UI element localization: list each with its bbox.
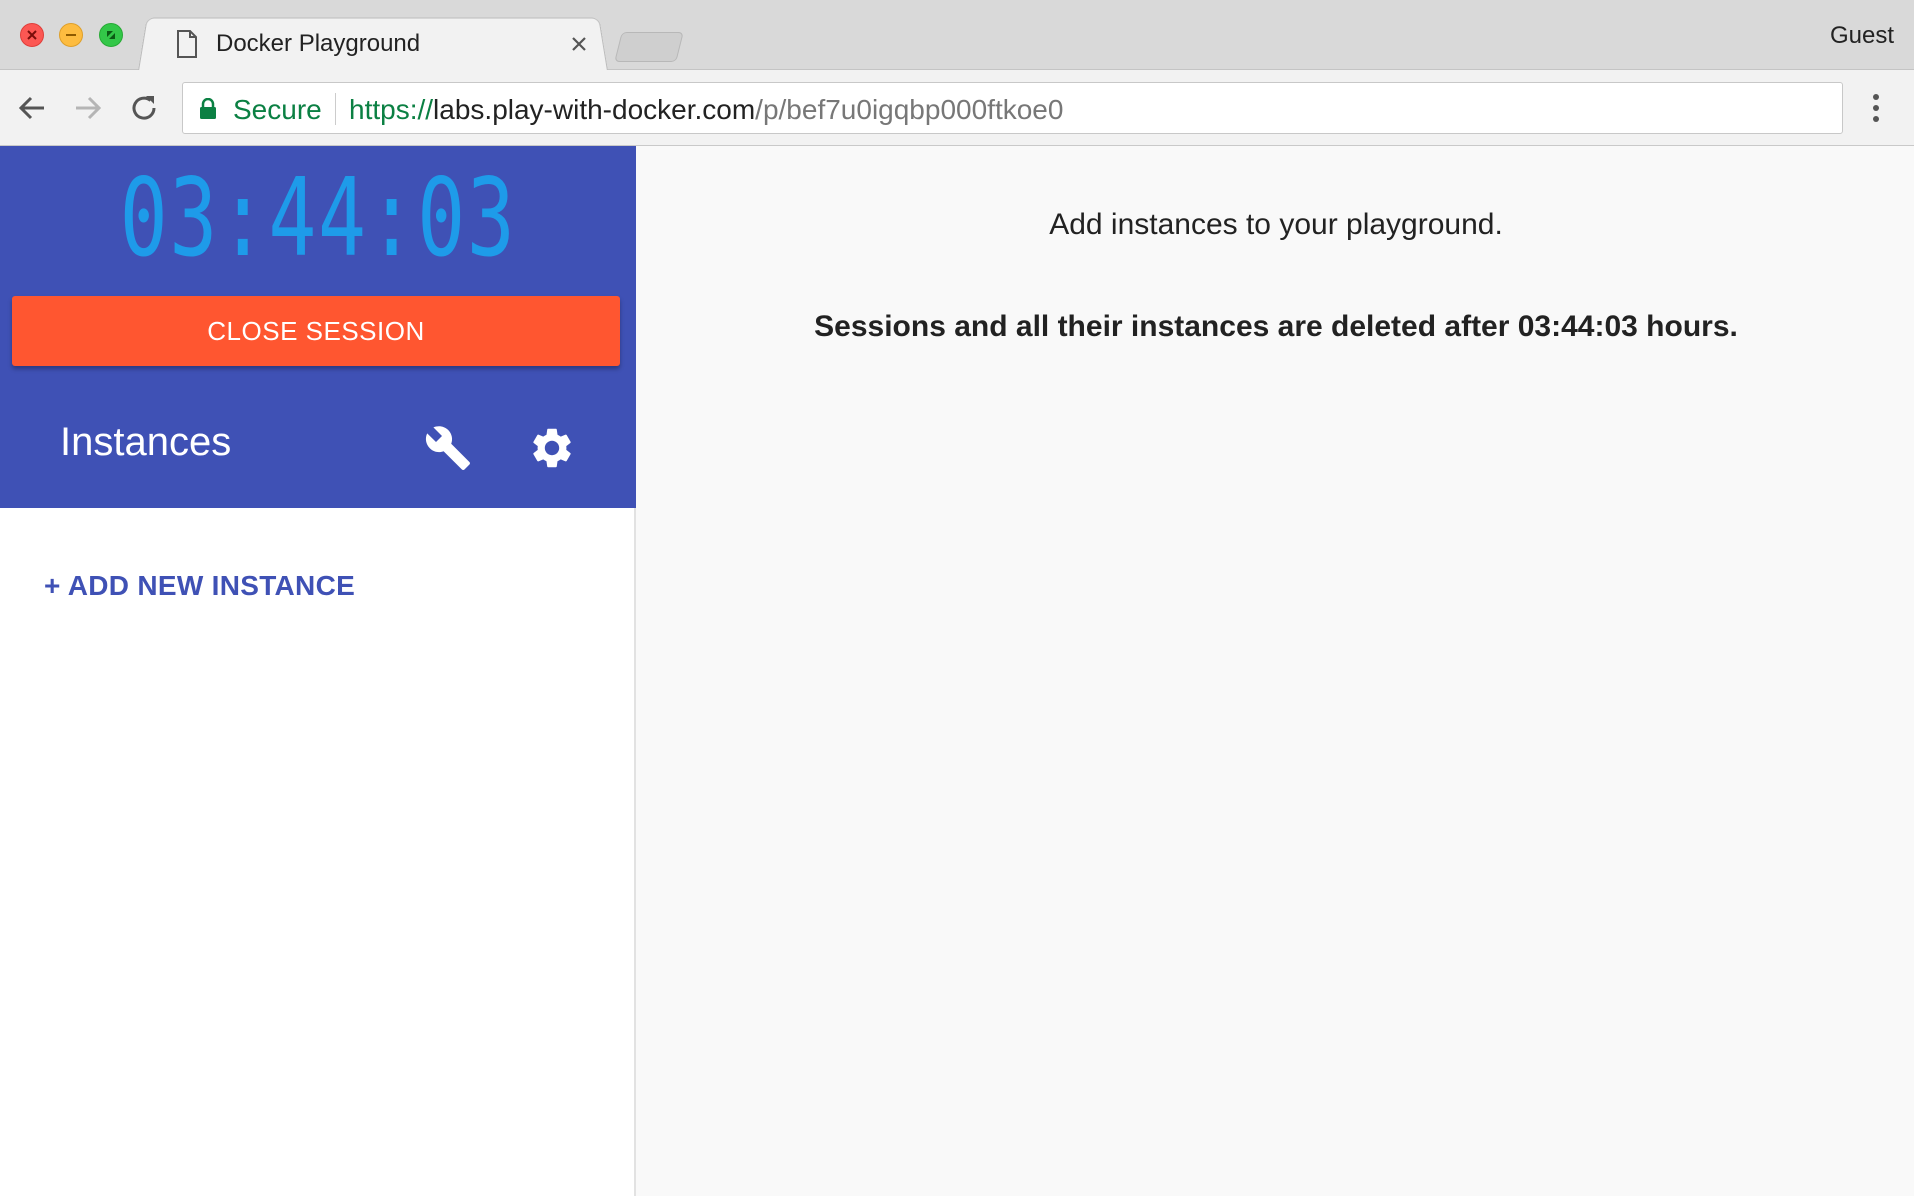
document-icon: [176, 30, 198, 63]
reload-icon[interactable]: [128, 92, 160, 124]
browser-titlebar: Docker Playground Guest: [0, 0, 1914, 72]
gear-icon[interactable]: [528, 424, 576, 477]
main-content: Add instances to your playground. Sessio…: [638, 146, 1914, 1196]
wrench-icon[interactable]: [424, 424, 472, 477]
window-close-button[interactable]: [20, 23, 44, 47]
browser-tab-content[interactable]: Docker Playground: [138, 15, 608, 71]
session-expiry-warning: Sessions and all their instances are del…: [814, 310, 1738, 343]
sidebar-header: 03:44:03 CLOSE SESSION Instances: [0, 146, 636, 508]
address-bar[interactable]: Secure https://labs.play-with-docker.com…: [182, 82, 1843, 134]
window-fullscreen-button[interactable]: [99, 23, 123, 47]
empty-state-message: Add instances to your playground.: [1049, 208, 1503, 241]
omnibox-divider: [335, 93, 336, 125]
session-timer: 03:44:03: [119, 156, 517, 281]
browser-toolbar: Secure https://labs.play-with-docker.com…: [0, 70, 1914, 146]
sidebar: 03:44:03 CLOSE SESSION Instances + ADD N…: [0, 146, 636, 1196]
instances-title: Instances: [60, 420, 232, 464]
secure-label: Secure: [233, 94, 322, 125]
close-icon[interactable]: [570, 35, 588, 58]
more-menu-icon[interactable]: [1872, 92, 1880, 129]
new-tab-button[interactable]: [614, 32, 684, 62]
tab-title: Docker Playground: [216, 30, 421, 57]
profile-label[interactable]: Guest: [1830, 22, 1894, 50]
url-path: /p/bef7u0igqbp000ftkoe0: [755, 94, 1064, 125]
back-arrow-icon[interactable]: [16, 92, 48, 124]
lock-icon: [199, 97, 217, 125]
url-scheme: https://: [349, 94, 434, 125]
close-session-button[interactable]: CLOSE SESSION: [12, 296, 620, 366]
forward-arrow-icon[interactable]: [72, 92, 104, 124]
url-host: labs.play-with-docker.com: [433, 94, 756, 125]
add-new-instance-button[interactable]: + ADD NEW INSTANCE: [44, 570, 355, 602]
window-minimize-button[interactable]: [59, 23, 83, 47]
url-text[interactable]: https://labs.play-with-docker.com/p/bef7…: [349, 94, 1063, 126]
